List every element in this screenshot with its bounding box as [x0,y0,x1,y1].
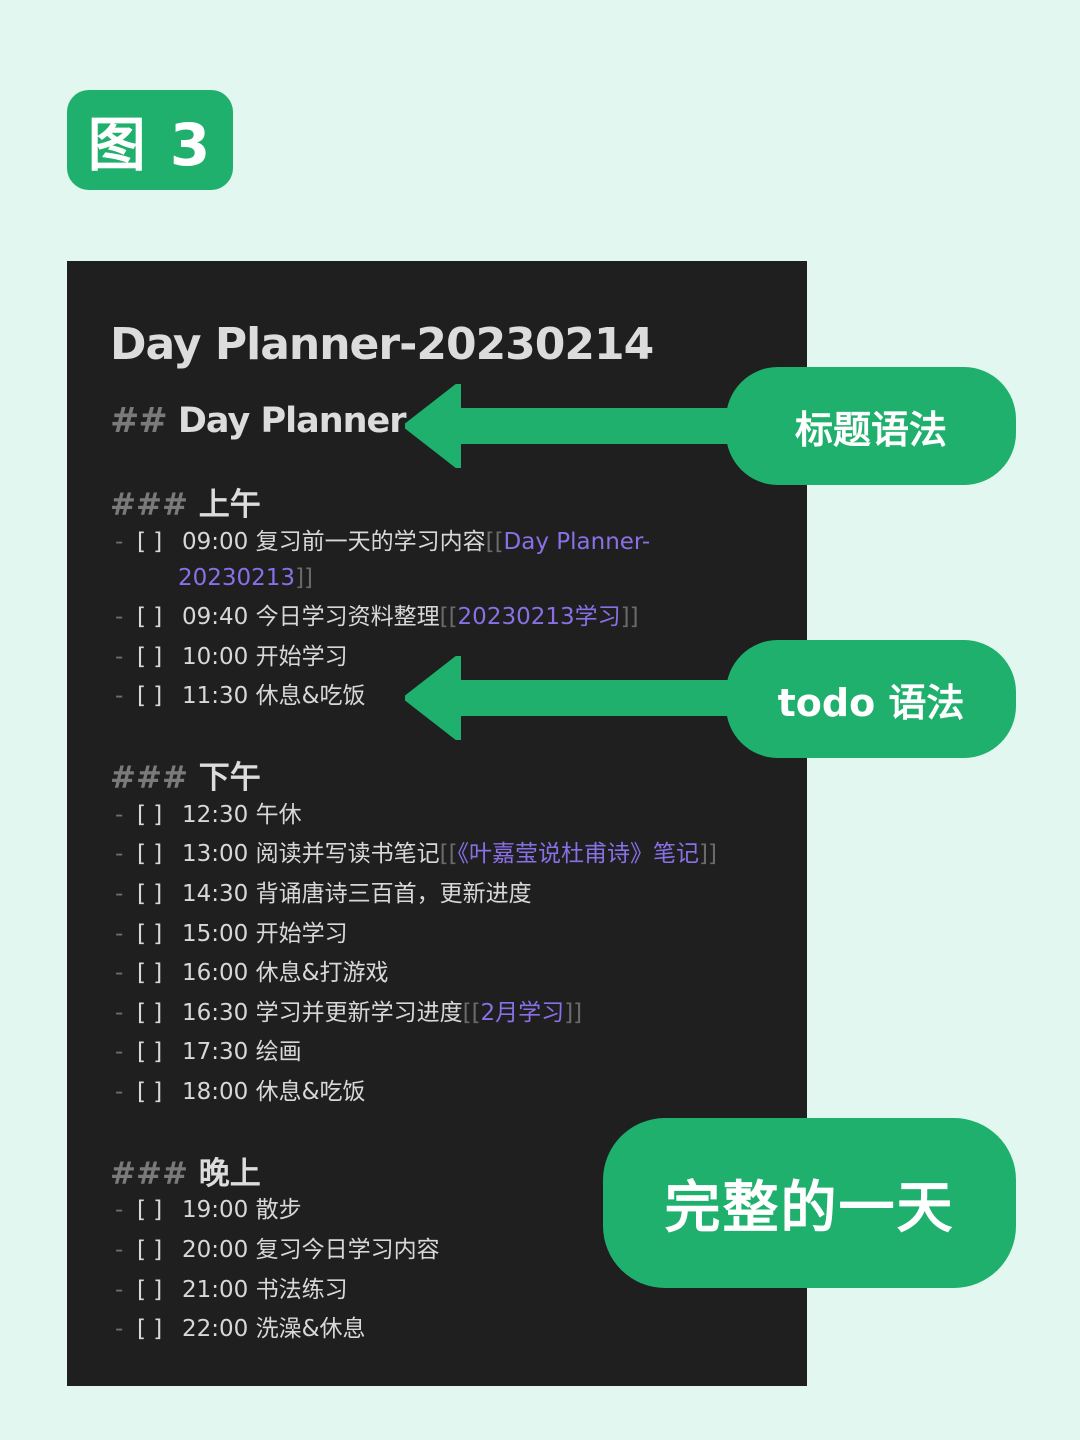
callout-todo-syntax: todo 语法 [726,640,1016,758]
heading-marker: ### [110,1156,188,1192]
list-bullet: - [115,1237,124,1263]
task-item: -[ ] 22:00 洗澡&休息 [115,1311,765,1347]
link-bracket-close: ]] [564,1000,583,1026]
heading-text: 下午 [198,760,261,796]
task-item: -[ ] 15:00 开始学习 [115,916,765,952]
task-checkbox[interactable]: [ ] [137,1192,182,1228]
list-bullet: - [115,1000,124,1026]
internal-link[interactable]: 2月学习 [481,1000,565,1026]
link-bracket-open: [[ [439,841,458,867]
task-item: -[ ] 09:00 复习前一天的学习内容[[Day Planner- 20230… [115,524,765,596]
task-item: -[ ] 16:30 学习并更新学习进度[[2月学习]] [115,995,765,1031]
task-item: -[ ] 13:00 阅读并写读书笔记[[《叶嘉莹说杜甫诗》笔记]] [115,836,765,872]
task-text: 11:30 休息&吃饭 [182,683,366,709]
arrow-left-icon [405,384,745,468]
task-text: 20:00 复习今日学习内容 [182,1237,440,1263]
task-checkbox[interactable]: [ ] [137,1074,182,1110]
task-checkbox[interactable]: [ ] [137,916,182,952]
heading-text: 晚上 [198,1156,261,1192]
task-text: 21:00 书法练习 [182,1277,348,1303]
task-text: 09:00 复习前一天的学习内容 [182,529,486,555]
task-item: -[ ] 14:30 背诵唐诗三百首，更新进度 [115,876,765,912]
task-text: 10:00 开始学习 [182,644,348,670]
task-checkbox[interactable]: [ ] [137,599,182,635]
heading-afternoon: ### 下午 [110,752,261,797]
document-title: Day Planner-20230214 [110,319,654,370]
list-bullet: - [115,604,124,630]
task-checkbox[interactable]: [ ] [137,955,182,991]
heading-text: Day Planner [177,401,407,441]
task-checkbox[interactable]: [ ] [137,995,182,1031]
callout-heading-syntax: 标题语法 [726,367,1016,485]
figure-badge: 图 3 [67,90,233,190]
task-item: -[ ] 09:40 今日学习资料整理[[20230213学习]] [115,599,765,635]
arrow-left-icon [405,656,745,740]
task-checkbox[interactable]: [ ] [137,1272,182,1308]
callout-full-day: 完整的一天 [603,1118,1016,1288]
task-item: -[ ] 18:00 休息&吃饭 [115,1074,765,1110]
task-item: -[ ] 17:30 绘画 [115,1034,765,1070]
list-bullet: - [115,1197,124,1223]
heading-day-planner: ## Day Planner [110,401,407,441]
heading-text: 上午 [198,487,261,523]
list-bullet: - [115,802,124,828]
link-bracket-open: [[ [462,1000,481,1026]
list-bullet: - [115,1039,124,1065]
task-text: 18:00 休息&吃饭 [182,1079,366,1105]
list-bullet: - [115,644,124,670]
list-bullet: - [115,921,124,947]
task-text: 09:40 今日学习资料整理 [182,604,440,630]
heading-marker: ### [110,487,188,523]
link-bracket-close: ]] [295,565,314,591]
task-checkbox[interactable]: [ ] [137,1232,182,1268]
task-text: 19:00 散步 [182,1197,302,1223]
internal-link[interactable]: 《叶嘉莹说杜甫诗》笔记 [458,841,700,867]
heading-morning: ### 上午 [110,479,261,524]
task-text: 15:00 开始学习 [182,921,348,947]
list-bullet: - [115,1277,124,1303]
list-bullet: - [115,1079,124,1105]
internal-link[interactable]: 20230213学习 [458,604,621,630]
task-text: 12:30 午休 [182,802,302,828]
heading-marker: ### [110,760,188,796]
task-text: 22:00 洗澡&休息 [182,1316,366,1342]
list-bullet: - [115,881,124,907]
internal-link[interactable]: Day Planner- [504,529,651,555]
list-bullet: - [115,841,124,867]
task-checkbox[interactable]: [ ] [137,876,182,912]
list-bullet: - [115,1316,124,1342]
list-bullet: - [115,529,124,555]
task-item: -[ ] 12:30 午休 [115,797,765,833]
task-checkbox[interactable]: [ ] [137,1311,182,1347]
internal-link-continued[interactable]: 20230213 [178,565,295,591]
task-text: 16:00 休息&打游戏 [182,960,389,986]
heading-evening: ### 晚上 [110,1148,261,1193]
task-text: 17:30 绘画 [182,1039,302,1065]
task-text: 16:30 学习并更新学习进度 [182,1000,463,1026]
list-bullet: - [115,683,124,709]
heading-marker: ## [110,401,168,441]
task-item: -[ ] 16:00 休息&打游戏 [115,955,765,991]
link-bracket-close: ]] [620,604,639,630]
list-bullet: - [115,960,124,986]
task-text: 13:00 阅读并写读书笔记 [182,841,440,867]
link-bracket-open: [[ [439,604,458,630]
task-text: 14:30 背诵唐诗三百首，更新进度 [182,881,532,907]
task-checkbox[interactable]: [ ] [137,797,182,833]
task-checkbox[interactable]: [ ] [137,836,182,872]
task-checkbox[interactable]: [ ] [137,1034,182,1070]
task-checkbox[interactable]: [ ] [137,639,182,675]
task-checkbox[interactable]: [ ] [137,678,182,714]
link-bracket-close: ]] [699,841,717,867]
link-bracket-open: [[ [485,529,504,555]
task-checkbox[interactable]: [ ] [137,524,182,560]
